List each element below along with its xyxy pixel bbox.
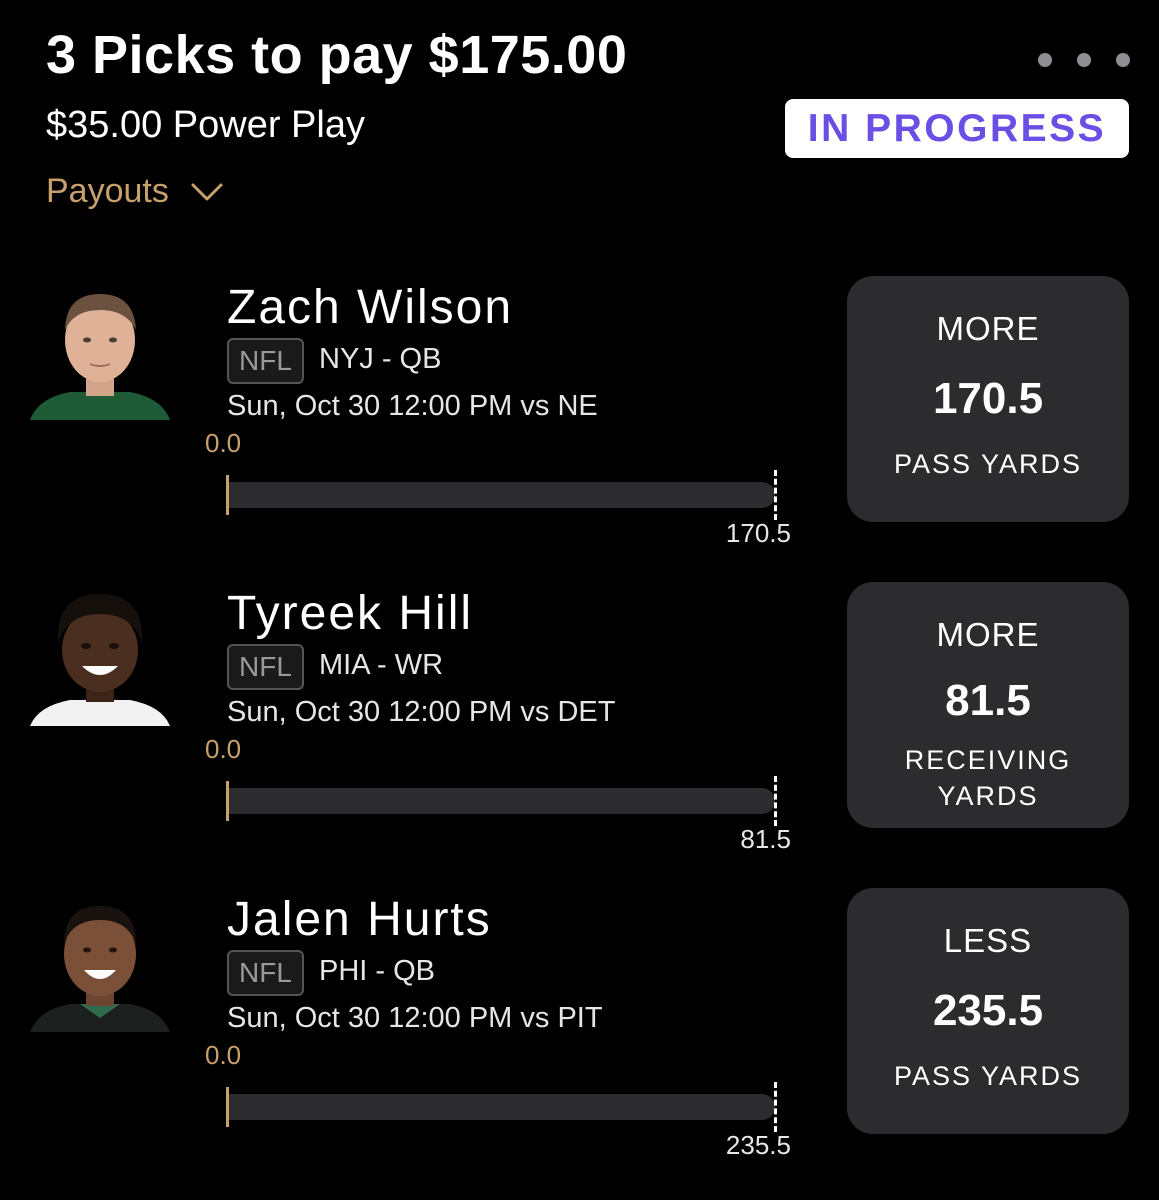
league-tag: NFL <box>227 338 304 384</box>
pick-direction: MORE <box>936 616 1040 653</box>
pick-card[interactable]: MORE 81.5 RECEIVING YARDS <box>847 582 1129 828</box>
chevron-down-icon <box>191 183 223 200</box>
player-headshot <box>30 906 170 1032</box>
player-name: Zach Wilson <box>227 281 514 334</box>
player-name: Jalen Hurts <box>227 893 492 946</box>
pick-stat: PASS YARDS <box>893 1061 1083 1091</box>
pick-card[interactable]: MORE 170.5 PASS YARDS <box>847 276 1129 522</box>
team-position: MIA - WR <box>319 649 444 681</box>
current-stat-value: 0.0 <box>205 428 242 458</box>
pick-line: 170.5 <box>932 374 1044 423</box>
target-marker <box>774 776 777 826</box>
dot <box>1116 53 1130 67</box>
pick-card[interactable]: LESS 235.5 PASS YARDS <box>847 888 1129 1134</box>
status-badge: IN PROGRESS <box>785 99 1129 158</box>
league-tag: NFL <box>227 644 304 690</box>
progress-start-marker <box>226 1087 229 1127</box>
current-stat-value: 0.0 <box>205 1040 242 1070</box>
current-stat-value: 0.0 <box>205 734 242 764</box>
more-options-icon[interactable] <box>1038 50 1130 70</box>
target-value: 81.5 <box>740 824 791 854</box>
payouts-toggle[interactable]: Payouts <box>46 172 223 211</box>
pick-row[interactable]: Zach Wilson NFL NYJ - QB Sun, Oct 30 12:… <box>0 276 1159 570</box>
pick-direction: LESS <box>943 922 1033 959</box>
target-value: 235.5 <box>725 1130 791 1160</box>
pick-direction: MORE <box>936 310 1040 347</box>
pick-stat: PASS YARDS <box>893 449 1083 479</box>
target-marker <box>774 470 777 520</box>
target-marker <box>774 1082 777 1132</box>
entry-title: 3 Picks to pay $175.00 <box>46 25 628 85</box>
game-info: Sun, Oct 30 12:00 PM vs PIT <box>227 1002 603 1034</box>
progress-track <box>227 788 775 814</box>
game-info: Sun, Oct 30 12:00 PM vs DET <box>227 696 616 728</box>
dot <box>1077 53 1091 67</box>
progress-start-marker <box>226 475 229 515</box>
pick-line: 235.5 <box>932 986 1044 1035</box>
team-position: NYJ - QB <box>319 343 442 375</box>
pick-stat: RECEIVING YARDS <box>904 745 1072 811</box>
player-headshot <box>30 594 170 726</box>
dot <box>1038 53 1052 67</box>
progress-start-marker <box>226 781 229 821</box>
payouts-label: Payouts <box>46 172 169 210</box>
progress-track <box>227 1094 775 1120</box>
pick-row[interactable]: Jalen Hurts NFL PHI - QB Sun, Oct 30 12:… <box>0 888 1159 1182</box>
league-tag: NFL <box>227 950 304 996</box>
player-headshot <box>30 294 170 420</box>
entry-subtitle: $35.00 Power Play <box>46 104 365 146</box>
target-value: 170.5 <box>725 518 791 548</box>
progress-track <box>227 482 775 508</box>
entry-screen: 3 Picks to pay $175.00 $35.00 Power Play… <box>0 0 1159 1200</box>
pick-line: 81.5 <box>945 676 1031 725</box>
team-position: PHI - QB <box>319 955 436 987</box>
player-name: Tyreek Hill <box>227 587 474 640</box>
pick-row[interactable]: Tyreek Hill NFL MIA - WR Sun, Oct 30 12:… <box>0 582 1159 876</box>
game-info: Sun, Oct 30 12:00 PM vs NE <box>227 390 598 422</box>
